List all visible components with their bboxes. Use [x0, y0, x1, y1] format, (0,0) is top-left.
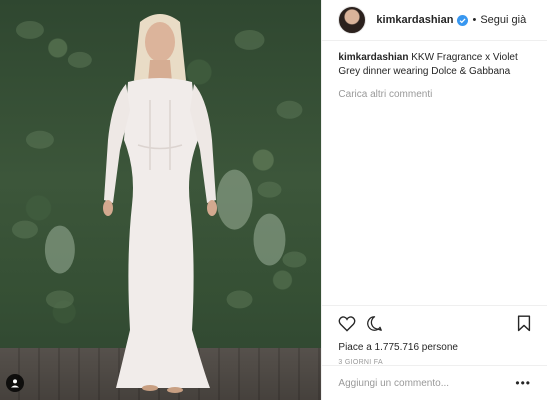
heart-icon[interactable]	[338, 315, 356, 332]
post-header: kimkardashian • Segui già	[322, 0, 547, 41]
speech-bubble-icon[interactable]	[366, 315, 383, 332]
follow-status-button[interactable]: Segui già	[480, 14, 526, 26]
caption-username[interactable]: kimkardashian	[338, 52, 408, 63]
instagram-post: kimkardashian • Segui già kimkardashian …	[0, 0, 547, 400]
likes-count[interactable]: Piace a 1.775.716 persone	[338, 342, 531, 353]
caption: kimkardashian KKW Fragrance x Violet Gre…	[338, 51, 537, 79]
action-bar: Piace a 1.775.716 persone 3 GIORNI FA	[322, 305, 547, 366]
bookmark-icon[interactable]	[517, 314, 531, 332]
post-photo[interactable]	[0, 0, 322, 400]
separator-dot: •	[472, 14, 477, 26]
username-link[interactable]: kimkardashian	[376, 14, 453, 26]
verified-badge-icon	[457, 14, 469, 26]
person-in-white-dress	[103, 14, 217, 393]
tagged-user-icon[interactable]	[6, 374, 24, 392]
add-comment-bar: Aggiungi un commento... •••	[322, 365, 547, 400]
load-more-comments-link[interactable]: Carica altri commenti	[338, 89, 537, 100]
avatar[interactable]	[338, 6, 367, 34]
post-side-panel: kimkardashian • Segui già kimkardashian …	[321, 0, 547, 400]
comment-input[interactable]: Aggiungi un commento...	[338, 378, 515, 389]
more-options-icon[interactable]: •••	[515, 376, 531, 390]
comments-section: kimkardashian KKW Fragrance x Violet Gre…	[322, 41, 547, 100]
